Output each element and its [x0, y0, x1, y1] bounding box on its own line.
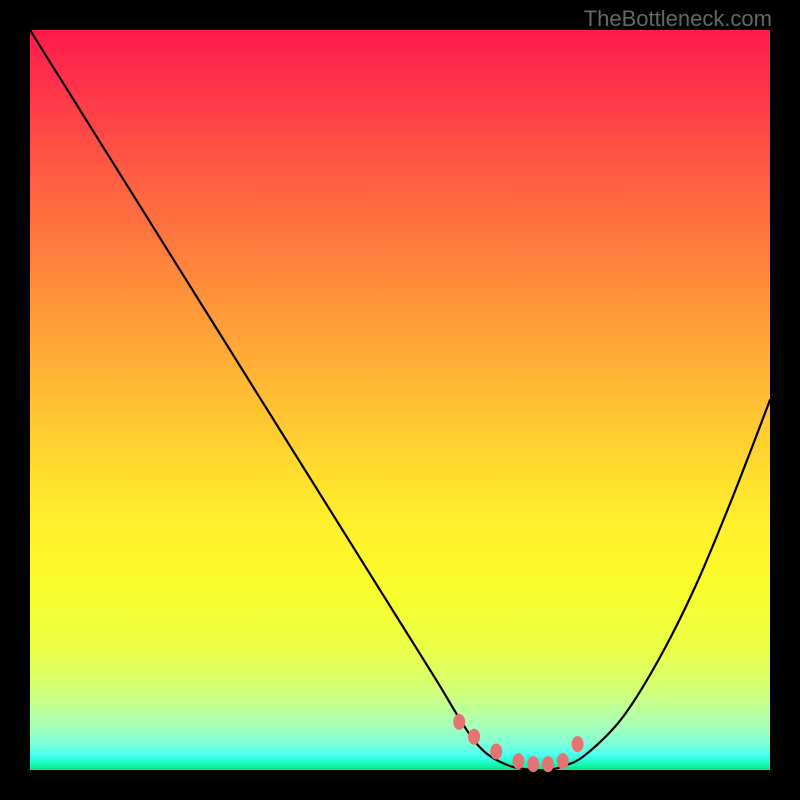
marker-dot [512, 753, 524, 769]
optimal-range-markers [453, 714, 583, 772]
marker-dot [572, 736, 584, 752]
marker-dot [453, 714, 465, 730]
marker-dot [527, 756, 539, 772]
plot-area [30, 30, 770, 770]
marker-dot [490, 744, 502, 760]
chart-container: TheBottleneck.com [0, 0, 800, 800]
marker-dot [557, 753, 569, 769]
watermark-text: TheBottleneck.com [584, 6, 772, 32]
bottleneck-curve-path [30, 30, 770, 770]
chart-svg [30, 30, 770, 770]
marker-dot [468, 729, 480, 745]
marker-dot [542, 756, 554, 772]
